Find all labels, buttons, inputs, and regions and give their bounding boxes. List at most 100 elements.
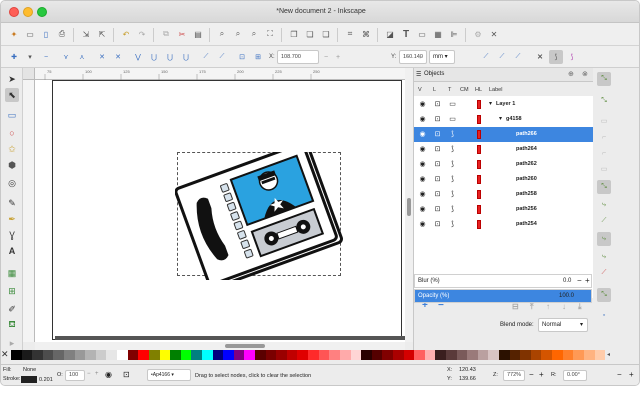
line-segment-icon[interactable]: ⟋ (199, 50, 213, 64)
highlight-color-swatch[interactable] (477, 160, 481, 169)
canvas-vertical-scrollbar[interactable] (405, 68, 413, 342)
zoom-selection-icon[interactable]: ⌕ (215, 27, 229, 41)
opacity-status-field[interactable]: 100 (65, 370, 85, 381)
color-swatch[interactable] (212, 350, 224, 360)
color-swatch[interactable] (467, 350, 478, 360)
lock-icon[interactable]: ⊡ (433, 160, 442, 168)
fill-value[interactable]: None (23, 367, 36, 373)
color-swatch[interactable] (53, 350, 65, 360)
visibility-icon[interactable]: ◉ (105, 370, 112, 379)
snap-grid-icon[interactable]: ▫ (597, 308, 611, 322)
rotate-ccw-icon[interactable]: − (617, 370, 622, 379)
blur-increment-icon[interactable]: + (585, 276, 590, 285)
panel-menu-icon[interactable]: ⊕ (568, 70, 574, 78)
document-properties-icon[interactable]: ✕ (487, 27, 501, 41)
lock-icon[interactable]: ⊡ (123, 370, 130, 379)
color-swatch[interactable] (371, 350, 383, 360)
color-swatch[interactable] (117, 350, 128, 360)
color-swatch[interactable] (159, 350, 171, 360)
visibility-eye-icon[interactable]: ◉ (418, 190, 427, 198)
phone-illustration[interactable] (175, 152, 345, 280)
color-swatch[interactable] (265, 350, 277, 360)
highlight-color-swatch[interactable] (477, 190, 481, 199)
snap-bbox-mid-icon[interactable]: ⌐ (597, 146, 611, 160)
xml-editor-icon[interactable]: ▦ (431, 27, 445, 41)
redo-icon[interactable]: ↷ (135, 27, 149, 41)
color-swatch[interactable] (456, 350, 468, 360)
layers-icon[interactable]: ▭ (415, 27, 429, 41)
auto-smooth-node-icon[interactable]: ⋃ (179, 50, 193, 64)
path-effect-icon[interactable]: ⟆ (565, 50, 579, 64)
visibility-eye-icon[interactable]: ◉ (418, 100, 427, 108)
color-swatch[interactable] (403, 350, 415, 360)
undo-icon[interactable]: ↶ (119, 27, 133, 41)
color-swatch[interactable] (95, 350, 107, 360)
color-swatch[interactable] (361, 350, 372, 360)
no-paint-swatch-icon[interactable]: ✕ (1, 350, 11, 360)
color-swatch[interactable] (520, 350, 531, 360)
pen-tool-icon[interactable]: ✒ (5, 212, 19, 226)
color-swatch[interactable] (339, 350, 351, 360)
color-swatch[interactable] (424, 350, 436, 360)
highlight-color-swatch[interactable] (477, 100, 481, 109)
object-row[interactable]: ◉ ⊡ ▭ ▾ Layer 1 (414, 97, 594, 112)
highlight-color-swatch[interactable] (477, 145, 481, 154)
spray-tool-icon[interactable]: ▦ (5, 266, 19, 280)
insert-node-icon[interactable]: ✚ (7, 50, 21, 64)
stroke-to-path-icon[interactable]: ⊞ (251, 50, 265, 64)
blur-slider[interactable]: Blur (%) 0.0 − + (414, 274, 592, 288)
color-swatch[interactable] (255, 350, 266, 360)
opacity-increment-icon[interactable]: + (95, 371, 99, 377)
toolbox-more-icon[interactable]: ▸ (5, 336, 19, 350)
color-swatch[interactable] (64, 350, 75, 360)
color-swatch[interactable] (477, 350, 489, 360)
close-window-button[interactable] (9, 7, 19, 17)
snap-intersection-icon[interactable]: ⟋ (597, 214, 611, 228)
snap-nodes-icon[interactable]: ⤡ (597, 180, 611, 194)
objects-tab[interactable]: ☰ Objects ⊕ ⊗ (414, 68, 594, 82)
node-menu-chevron-icon[interactable]: ▾ (23, 50, 37, 64)
color-swatch[interactable] (233, 350, 245, 360)
pencil-tool-icon[interactable]: ✎ (5, 196, 19, 210)
import-icon[interactable]: ⇲ (79, 27, 93, 41)
color-swatch[interactable] (127, 350, 139, 360)
duplicate-icon[interactable]: ❐ (287, 27, 301, 41)
object-row[interactable]: ◉ ⊡ ⟆ path258 (414, 187, 594, 202)
color-swatch[interactable] (541, 350, 553, 360)
color-swatch[interactable] (445, 350, 457, 360)
color-swatch[interactable] (42, 350, 54, 360)
color-swatch[interactable] (573, 350, 584, 360)
snap-midpoint-icon[interactable]: ⟋ (597, 266, 611, 280)
opacity-decrement-icon[interactable]: − (87, 371, 91, 377)
drawing-canvas[interactable] (35, 80, 405, 342)
ungroup-icon[interactable]: ⌘ (359, 27, 373, 41)
color-swatch[interactable] (350, 350, 362, 360)
3d-box-tool-icon[interactable]: ⬢ (5, 158, 19, 172)
selector-tool-icon[interactable]: ➤ (5, 72, 19, 86)
snap-toggle-icon[interactable]: ⤡ (597, 72, 611, 86)
color-swatch[interactable] (74, 350, 86, 360)
text-tool-icon[interactable]: A (5, 244, 19, 258)
join-segment-icon[interactable]: ✕ (95, 50, 109, 64)
stroke-width-value[interactable]: 0.201 (39, 377, 53, 383)
color-swatch[interactable] (308, 350, 319, 360)
lock-icon[interactable]: ⊡ (433, 175, 442, 183)
lock-icon[interactable]: ⊡ (433, 145, 442, 153)
color-swatch[interactable] (223, 350, 234, 360)
rectangle-tool-icon[interactable]: ▭ (5, 108, 19, 122)
fill-stroke-icon[interactable]: ◪ (383, 27, 397, 41)
cut-icon[interactable]: ✂ (175, 27, 189, 41)
object-row[interactable]: ◉ ⊡ ⟆ path256 (414, 202, 594, 217)
new-document-icon[interactable]: ✦ (7, 27, 21, 41)
lock-icon[interactable]: ⊡ (433, 130, 442, 138)
y-increment-icon[interactable]: + (413, 50, 427, 64)
clone-icon[interactable]: ❏ (303, 27, 317, 41)
color-swatch[interactable] (509, 350, 521, 360)
object-row[interactable]: ◉ ⊡ ⟆ path254 (414, 217, 594, 232)
zoom-drawing-icon[interactable]: ⌕ (231, 27, 245, 41)
export-icon[interactable]: ⇱ (95, 27, 109, 41)
snap-bbox-edge-icon[interactable]: ▭ (597, 114, 611, 128)
lower-icon[interactable]: ↓ (562, 302, 566, 311)
panel-close-icon[interactable]: ⊗ (582, 70, 588, 78)
print-icon[interactable]: ⎙ (55, 27, 69, 41)
